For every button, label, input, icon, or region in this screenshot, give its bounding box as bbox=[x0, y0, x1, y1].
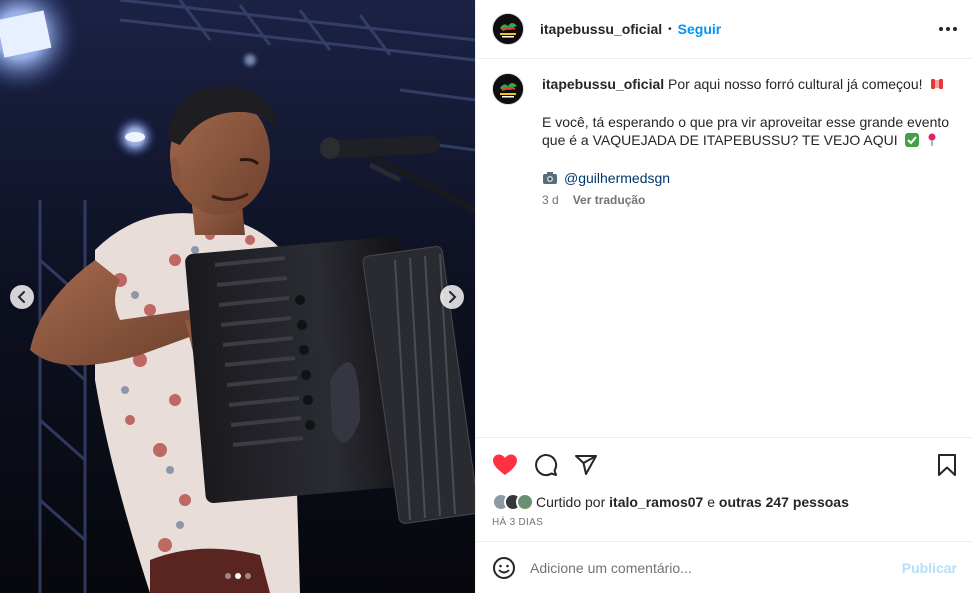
photo-credit: @guilhermedsgn bbox=[542, 169, 952, 187]
chevron-left-icon bbox=[17, 291, 25, 303]
caption-username[interactable]: itapebussu_oficial bbox=[542, 76, 664, 92]
carousel-dot-active bbox=[234, 573, 241, 579]
chevron-right-icon bbox=[449, 291, 457, 303]
post-photo bbox=[0, 0, 475, 593]
post-header: itapebussu_oficial • Seguir bbox=[476, 0, 973, 59]
avatar[interactable] bbox=[492, 13, 524, 45]
caption-avatar[interactable] bbox=[492, 73, 524, 105]
share-button[interactable] bbox=[574, 453, 598, 477]
brand-logo-icon bbox=[493, 74, 523, 104]
comments-section: itapebussu_oficial Por aqui nosso forró … bbox=[476, 59, 973, 437]
see-translation-button[interactable]: Ver tradução bbox=[573, 191, 646, 209]
heart-filled-icon bbox=[493, 454, 517, 475]
post-date[interactable]: HÁ 3 DIAS bbox=[492, 517, 957, 528]
more-horizontal-icon bbox=[946, 27, 950, 31]
liker-avatars[interactable] bbox=[492, 493, 534, 511]
post-timestamp[interactable]: 3 d bbox=[542, 191, 559, 209]
save-button[interactable] bbox=[937, 453, 957, 477]
camera-icon bbox=[543, 172, 557, 184]
publish-button[interactable]: Publicar bbox=[902, 560, 957, 576]
check-mark-emoji-icon bbox=[905, 133, 920, 151]
more-options-button[interactable] bbox=[939, 27, 957, 31]
caption-row: itapebussu_oficial Por aqui nosso forró … bbox=[492, 73, 957, 209]
like-button[interactable] bbox=[492, 453, 518, 477]
likes-summary: Curtido por italo_ramos07 e outras 247 p… bbox=[492, 493, 957, 511]
brand-logo-icon bbox=[493, 14, 523, 44]
accordion-emoji-icon bbox=[930, 77, 944, 95]
more-horizontal-icon bbox=[939, 27, 943, 31]
add-comment-bar: Publicar bbox=[476, 541, 973, 593]
carousel-dot bbox=[224, 573, 231, 579]
comment-input[interactable] bbox=[530, 559, 902, 576]
post-modal: itapebussu_oficial • Seguir itapebussu_o… bbox=[0, 0, 973, 593]
post-media[interactable] bbox=[0, 0, 475, 593]
smiley-icon bbox=[493, 556, 515, 579]
follow-button[interactable]: Seguir bbox=[678, 21, 722, 37]
carousel-prev-button[interactable] bbox=[10, 285, 34, 309]
credit-mention-link[interactable]: @guilhermedsgn bbox=[564, 169, 670, 187]
bookmark-icon bbox=[938, 454, 956, 476]
carousel-dot bbox=[244, 573, 251, 579]
carousel-next-button[interactable] bbox=[440, 285, 464, 309]
caption-meta: 3 d Ver tradução bbox=[542, 191, 952, 209]
post-actions: Curtido por italo_ramos07 e outras 247 p… bbox=[476, 437, 973, 528]
comment-button[interactable] bbox=[534, 453, 558, 477]
liked-by-others-link[interactable]: outras 247 pessoas bbox=[719, 494, 849, 510]
liked-by-user-link[interactable]: italo_ramos07 bbox=[609, 494, 703, 510]
caption-text-line1: Por aqui nosso forró cultural já começou… bbox=[668, 76, 923, 92]
more-horizontal-icon bbox=[953, 27, 957, 31]
liked-by-connector: e bbox=[707, 494, 716, 510]
send-icon bbox=[575, 455, 597, 475]
post-caption: itapebussu_oficial Por aqui nosso forró … bbox=[542, 73, 952, 209]
post-details-panel: itapebussu_oficial • Seguir itapebussu_o… bbox=[475, 0, 973, 593]
liker-avatar bbox=[516, 493, 534, 511]
liked-by-prefix: Curtido por bbox=[536, 494, 606, 510]
emoji-picker-button[interactable] bbox=[492, 556, 516, 580]
action-icon-row bbox=[492, 450, 957, 480]
caption-text-line2: E você, tá esperando o que pra vir aprov… bbox=[542, 114, 950, 148]
pin-emoji-icon bbox=[927, 133, 937, 151]
comment-icon bbox=[535, 454, 558, 477]
post-author-username[interactable]: itapebussu_oficial bbox=[540, 21, 662, 37]
carousel-indicator bbox=[0, 573, 475, 579]
separator-dot: • bbox=[668, 23, 672, 35]
